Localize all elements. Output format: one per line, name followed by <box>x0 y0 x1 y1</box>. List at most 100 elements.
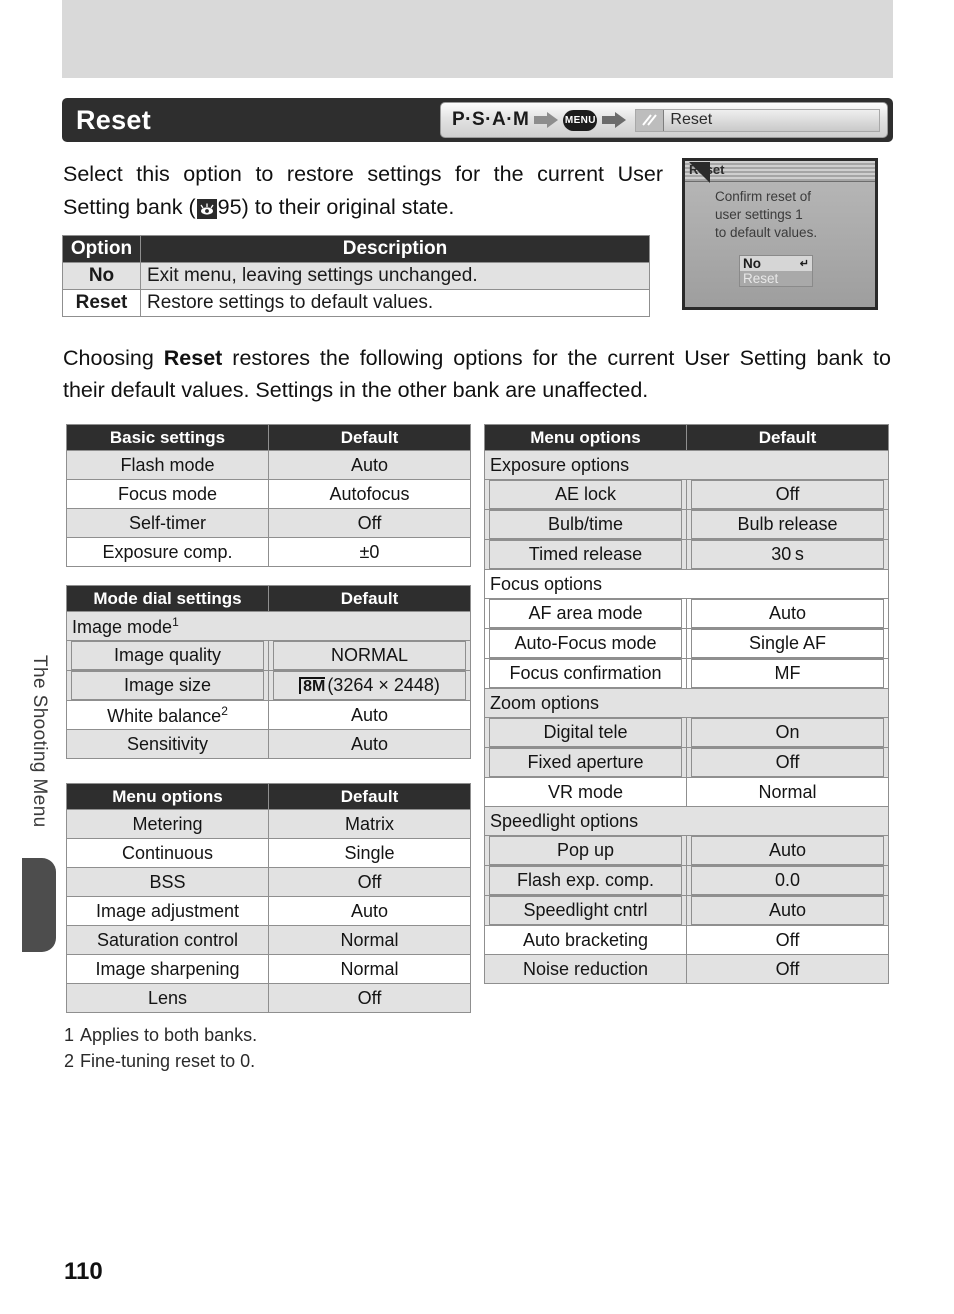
lcd-option-no[interactable]: No ↵ <box>740 256 812 271</box>
col-header-menu-options: Menu options <box>484 424 687 451</box>
table-row: AE lock Off <box>484 479 889 510</box>
col-header-option: Option <box>62 235 141 263</box>
setting-default: 0.0 <box>686 865 889 896</box>
setting-default: Normal <box>268 954 471 984</box>
col-header-basic-settings: Basic settings <box>66 424 269 451</box>
setting-name-text: Timed release <box>489 540 682 569</box>
setting-default-text: On <box>691 718 884 747</box>
setting-name: Focus mode <box>66 479 269 509</box>
footnotes: 1 Applies to both banks. 2 Fine-tuning r… <box>64 1022 257 1074</box>
setting-name-text: Image size <box>71 671 264 700</box>
table-row: Auto bracketing Off <box>484 925 889 955</box>
setting-default-text: Auto <box>691 836 884 865</box>
setting-name-text: Bulb/time <box>489 510 682 539</box>
footnote-1-number: 1 <box>64 1025 75 1045</box>
table-row: Lens Off <box>66 983 471 1013</box>
group-image-mode-label: Image mode <box>72 616 173 637</box>
table-header-row: Menu options Default <box>484 424 889 451</box>
setting-name-text: Image quality <box>71 641 264 670</box>
setting-default: Off <box>686 747 889 778</box>
top-grey-band <box>62 0 893 78</box>
setting-name: Continuous <box>66 838 269 868</box>
col-header-description: Description <box>140 235 650 263</box>
setting-default: Off <box>686 925 889 955</box>
breadcrumb-modes: P·S·A·M <box>452 109 530 130</box>
setting-name: Pop up <box>484 835 687 866</box>
setting-default-text: Off <box>691 748 884 777</box>
lcd-message: Confirm reset of user settings 1 to defa… <box>685 182 875 242</box>
setting-name: Lens <box>66 983 269 1013</box>
setting-default: Single <box>268 838 471 868</box>
setting-name: Exposure comp. <box>66 537 269 567</box>
table-row: Flash exp. comp. 0.0 <box>484 865 889 896</box>
setting-name-text: AF area mode <box>489 599 682 628</box>
breadcrumb: P·S·A·M MENU Reset <box>440 102 888 138</box>
lcd-option-reset[interactable]: Reset <box>740 271 812 286</box>
setting-name: Sensitivity <box>66 729 269 759</box>
chapter-tab-label: The Shooting Menu <box>29 655 50 828</box>
setting-name: White balance2 <box>66 700 269 730</box>
table-row: Timed release 30 s <box>484 539 889 570</box>
setting-default: Off <box>268 867 471 897</box>
setting-default: Single AF <box>686 628 889 659</box>
setting-name-text: Auto-Focus mode <box>489 629 682 658</box>
table-row: Noise reduction Off <box>484 954 889 984</box>
setting-default: ±0 <box>268 537 471 567</box>
table-row: Self-timer Off <box>66 508 471 538</box>
image-size-dimensions: (3264 × 2448) <box>327 675 440 695</box>
setting-name: Digital tele <box>484 717 687 748</box>
col-header-default: Default <box>268 783 471 810</box>
setting-name: Saturation control <box>66 925 269 955</box>
page-title: Reset <box>76 104 152 135</box>
setting-default: Normal <box>686 777 889 807</box>
setting-default-text: Bulb release <box>691 510 884 539</box>
setting-name: AE lock <box>484 479 687 510</box>
setting-default: Off <box>686 954 889 984</box>
table-header-row: Menu options Default <box>66 783 471 810</box>
setting-default-text: NORMAL <box>273 641 466 670</box>
setting-default: Auto <box>686 598 889 629</box>
setting-default-text: Off <box>691 480 884 509</box>
table-row: VR mode Normal <box>484 777 889 807</box>
setting-name: AF area mode <box>484 598 687 629</box>
setting-default: On <box>686 717 889 748</box>
chapter-thumb-tab <box>22 858 56 952</box>
menu-options-table-right: Menu options Default Exposure options AE… <box>484 424 889 984</box>
table-row: Image sharpening Normal <box>66 954 471 984</box>
setting-name-text: Digital tele <box>489 718 682 747</box>
group-focus-options: Focus options <box>484 569 889 599</box>
page-number: 110 <box>64 1258 103 1285</box>
table-group-row: Zoom options <box>484 688 889 718</box>
intro-line-1: Select this option to restore settings f… <box>63 162 605 186</box>
option-reset: Reset <box>62 289 141 317</box>
table-row: White balance2 Auto <box>66 700 471 730</box>
lcd-choice-box[interactable]: No ↵ Reset <box>739 255 813 287</box>
group-zoom-options: Zoom options <box>484 688 889 718</box>
setting-default: Auto <box>686 835 889 866</box>
setting-default: MF <box>686 658 889 689</box>
setting-name: BSS <box>66 867 269 897</box>
table-row: Speedlight cntrl Auto <box>484 895 889 926</box>
col-header-mode-dial-settings: Mode dial settings <box>66 585 269 612</box>
table-row: Auto-Focus mode Single AF <box>484 628 889 659</box>
footnote-2: 2 Fine-tuning reset to 0. <box>64 1048 257 1074</box>
setting-default: Auto <box>268 450 471 480</box>
menu-options-table-left: Menu options Default Metering Matrix Con… <box>66 783 471 1013</box>
table-row: Saturation control Normal <box>66 925 471 955</box>
setting-default: Normal <box>268 925 471 955</box>
setting-name: Bulb/time <box>484 509 687 540</box>
col-header-default: Default <box>686 424 889 451</box>
camera-lcd-screenshot: Reset Confirm reset of user settings 1 t… <box>682 158 878 310</box>
table-row: Reset Restore settings to default values… <box>62 289 650 317</box>
breadcrumb-field-label: Reset <box>670 111 713 128</box>
setting-default: Auto <box>268 700 471 730</box>
footnote-1-text: Applies to both banks. <box>80 1025 258 1045</box>
table-group-row: Image mode1 <box>66 611 471 641</box>
setting-name: Self-timer <box>66 508 269 538</box>
setting-default: Auto <box>686 895 889 926</box>
setting-name: Image size <box>66 670 269 701</box>
setting-name-text: White balance <box>107 705 222 726</box>
setting-default-text: 0.0 <box>691 866 884 895</box>
setting-default: NORMAL <box>268 640 471 671</box>
setting-default-text: Single AF <box>691 629 884 658</box>
